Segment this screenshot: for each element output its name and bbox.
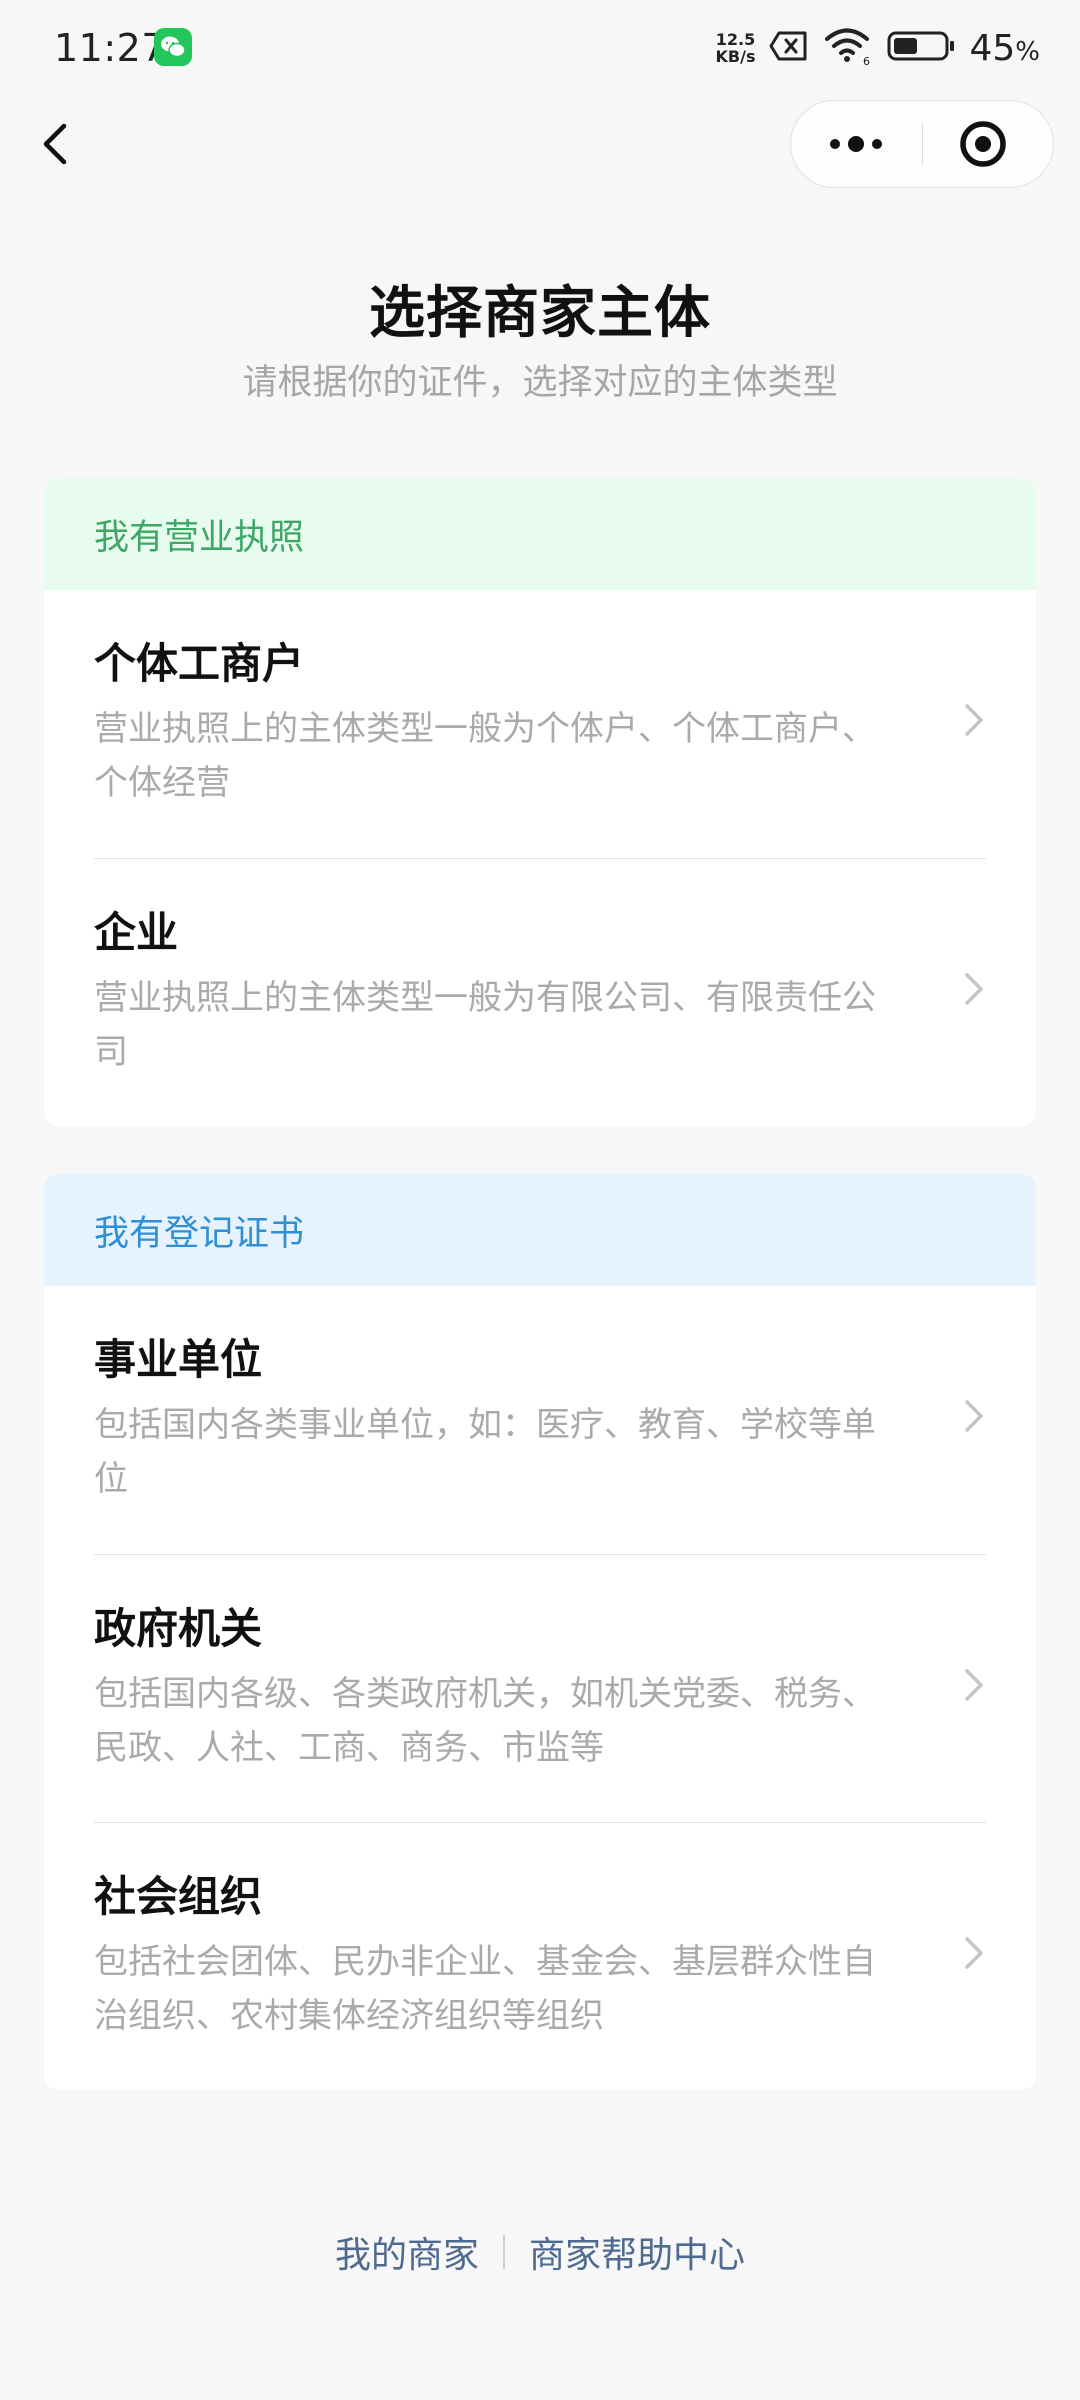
- target-close-icon: [923, 121, 1053, 191]
- option-description-line: 包括国内各类事业单位，如：医疗、教育、学校等单: [94, 1405, 876, 1445]
- option-description-line: 司: [94, 1032, 128, 1072]
- option-description-line: 包括国内各级、各类政府机关，如机关党委、税务、: [94, 1674, 876, 1714]
- option-description: 包括社会团体、民办非企业、基金会、基层群众性自 治组织、农村集体经济组织等组织: [94, 1935, 924, 2043]
- option-enterprise[interactable]: 企业 营业执照上的主体类型一般为有限公司、有限责任公 司: [94, 858, 986, 1126]
- option-description-line: 包括社会团体、民办非企业、基金会、基层群众性自: [94, 1942, 876, 1982]
- more-button[interactable]: [791, 101, 922, 187]
- wifi-icon: 6: [823, 26, 873, 70]
- option-title: 企业: [94, 908, 179, 957]
- option-description-line: 治组织、农村集体经济组织等组织: [94, 1996, 604, 2036]
- page-subtitle: 请根据你的证件，选择对应的主体类型: [242, 363, 838, 403]
- option-description-line: 位: [94, 1459, 128, 1499]
- option-description: 营业执照上的主体类型一般为有限公司、有限责任公 司: [94, 971, 924, 1079]
- chevron-right-icon: [962, 1665, 986, 1705]
- option-title: 个体工商户: [94, 639, 305, 688]
- merchant-help-center-link[interactable]: 商家帮助中心: [529, 2226, 745, 2278]
- chevron-right-icon: [962, 1396, 986, 1436]
- status-bar: 11:27 12.5 KB/s 6 45%: [0, 0, 1080, 96]
- chevron-right-icon: [962, 700, 986, 740]
- chevron-right-icon: [962, 969, 986, 1009]
- battery-percent-unit: %: [1015, 36, 1040, 67]
- option-description: 包括国内各级、各类政府机关，如机关党委、税务、 民政、人社、工商、商务、市监等: [94, 1667, 924, 1775]
- battery-percent-value: 45: [969, 27, 1016, 69]
- registration-certificate-card: 我有登记证书 事业单位 包括国内各类事业单位，如：医疗、教育、学校等单 位 政府…: [44, 1174, 1036, 2090]
- option-description-line: 营业执照上的主体类型一般为个体户、个体工商户、: [94, 709, 876, 749]
- status-time: 11:27: [54, 26, 167, 70]
- battery-percent: 45%: [969, 28, 1040, 69]
- option-title: 社会组织: [94, 1872, 263, 1921]
- network-speed-unit: KB/s: [715, 47, 756, 66]
- option-social-organization[interactable]: 社会组织 包括社会团体、民办非企业、基金会、基层群众性自 治组织、农村集体经济组…: [94, 1822, 986, 2090]
- business-license-header: 我有营业执照: [44, 478, 1036, 590]
- wechat-notification-icon: [154, 28, 192, 66]
- close-button[interactable]: [923, 101, 1053, 187]
- business-license-card: 我有营业执照 个体工商户 营业执照上的主体类型一般为个体户、个体工商户、 个体经…: [44, 478, 1036, 1126]
- no-sim-icon: [769, 30, 809, 66]
- network-speed-value: 12.5: [715, 30, 756, 49]
- option-title: 事业单位: [94, 1335, 263, 1384]
- registration-certificate-header: 我有登记证书: [44, 1174, 1036, 1286]
- option-description-line: 营业执照上的主体类型一般为有限公司、有限责任公: [94, 978, 876, 1018]
- more-dots-icon: [791, 136, 922, 191]
- option-government-agency[interactable]: 政府机关 包括国内各级、各类政府机关，如机关党委、税务、 民政、人社、工商、商务…: [94, 1554, 986, 1822]
- option-public-institution[interactable]: 事业单位 包括国内各类事业单位，如：医疗、教育、学校等单 位: [94, 1286, 986, 1554]
- chevron-right-icon: [962, 1933, 986, 1973]
- option-title: 政府机关: [94, 1604, 263, 1653]
- battery-icon: [887, 30, 955, 66]
- back-button[interactable]: [30, 108, 90, 180]
- my-merchant-link[interactable]: 我的商家: [335, 2226, 479, 2278]
- page-title: 选择商家主体: [369, 281, 711, 346]
- status-icons: 12.5 KB/s 6 45%: [716, 26, 1041, 70]
- option-description: 营业执照上的主体类型一般为个体户、个体工商户、 个体经营: [94, 702, 924, 810]
- option-individual-business[interactable]: 个体工商户 营业执照上的主体类型一般为个体户、个体工商户、 个体经营: [94, 590, 986, 858]
- chevron-left-icon: [30, 123, 90, 184]
- footer-links: 我的商家 商家帮助中心: [0, 2226, 1080, 2278]
- option-description-line: 民政、人社、工商、商务、市监等: [94, 1728, 604, 1768]
- mini-program-capsule: [790, 100, 1054, 188]
- network-speed: 12.5 KB/s: [716, 31, 756, 65]
- svg-text:6: 6: [863, 55, 870, 66]
- option-description: 包括国内各类事业单位，如：医疗、教育、学校等单 位: [94, 1398, 924, 1506]
- option-description-line: 个体经营: [94, 763, 230, 803]
- footer-divider: [503, 2235, 505, 2269]
